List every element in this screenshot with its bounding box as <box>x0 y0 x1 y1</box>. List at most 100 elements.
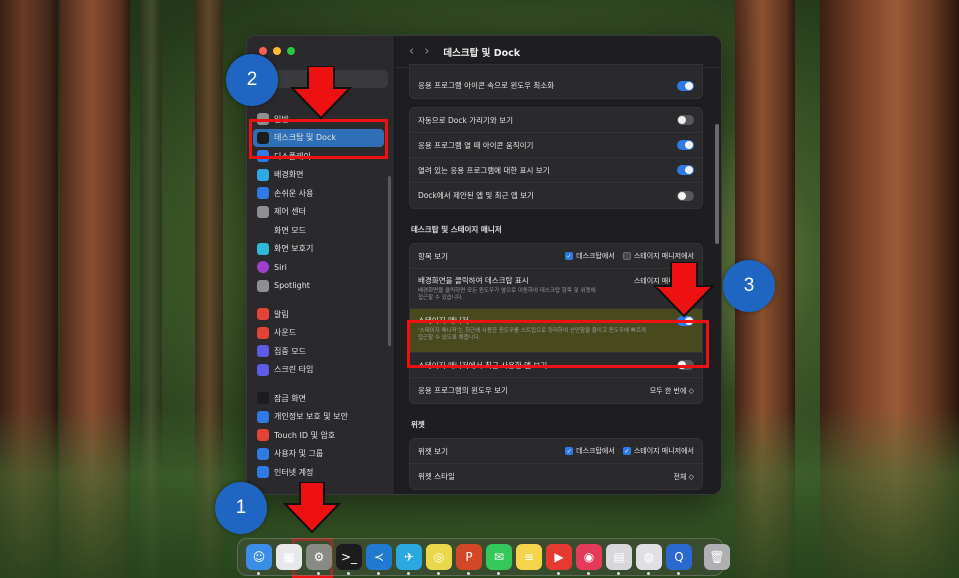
minimize-button[interactable] <box>273 47 281 55</box>
sidebar-item[interactable]: Spotlight <box>253 277 384 296</box>
checkbox-label: 데스크탑에서 <box>576 252 615 260</box>
sidebar-item[interactable]: 손쉬운 사용 <box>253 184 384 203</box>
music-player-icon[interactable]: ◉ <box>576 544 602 575</box>
sidebar-item-label: 집중 모드 <box>274 346 306 356</box>
toggle-switch[interactable] <box>677 140 694 150</box>
notes-icon[interactable]: ≡ <box>516 544 542 570</box>
sidebar-item[interactable]: 화면 보호기 <box>253 240 384 259</box>
sidebar-item[interactable]: 개인정보 보호 및 보안 <box>253 408 384 427</box>
sidebar-item-label: 사운드 <box>274 328 297 338</box>
sidebar-item[interactable]: 인터넷 계정 <box>253 463 384 482</box>
page-title: 데스크탑 및 Dock <box>443 47 521 59</box>
sidebar-item-label: Spotlight <box>274 281 310 291</box>
sidebar-item[interactable]: Siri <box>253 258 384 277</box>
setting-description: 배경화면을 클릭하면 모든 윈도우가 옆으로 이동하여 데스크탑 항목 및 위젯… <box>418 288 596 302</box>
users-icon <box>257 447 269 460</box>
dock-options-card: 자동으로 Dock 가리기와 보기 응용 프로그램 열 때 아이콘 움직이기 열… <box>409 107 703 209</box>
setting-row-animate: 응용 프로그램 열 때 아이콘 움직이기 <box>410 133 702 158</box>
wallpaper-icon <box>257 168 269 181</box>
checkbox-stage[interactable]: ✓ 스테이지 매니저에서 <box>622 446 694 456</box>
sidebar-item-label: Siri <box>274 262 287 272</box>
forward-arrow-icon[interactable]: › <box>424 44 429 59</box>
setting-row-indicators: 열려 있는 응용 프로그램에 대한 표시 보기 <box>410 158 702 183</box>
setting-label: 항목 보기 <box>418 251 448 261</box>
checkbox-desktop[interactable]: ✓ 데스크탑에서 <box>565 251 615 261</box>
sidebar-item[interactable]: 잠금 화면 <box>253 389 384 408</box>
sidebar-item[interactable]: 배경화면 <box>253 166 384 185</box>
sidebar-scrollbar[interactable] <box>388 176 391 346</box>
sidebar-item-label: 알림 <box>274 309 289 319</box>
sidebar-item-label: 사용자 및 그룹 <box>274 449 324 459</box>
sidebar-item[interactable]: 화면 모드 <box>253 221 384 240</box>
sidebar-item-label: 인터넷 계정 <box>274 467 314 477</box>
popup-select[interactable]: 모두 한 번에 ◇ <box>650 386 694 396</box>
dock: ☺ ▦ ⚙ >_ ≺ ✈ ◎ P ✉ ≡ ▶ ◉ ▤ ◍ Q 🗑 <box>237 538 730 576</box>
sidebar-item[interactable]: 알림 <box>253 305 384 324</box>
finder-icon[interactable]: ☺ <box>246 544 272 575</box>
traffic-lights <box>259 47 295 55</box>
trash-icon[interactable]: 🗑 <box>704 544 730 570</box>
widgets-card: 위젯 보기 ✓ 데스크탑에서 ✓ 스테이지 매니저에서 위젯 스타일 전체 ◇ <box>409 438 703 490</box>
toggle-switch[interactable] <box>677 80 694 91</box>
main-scrollbar[interactable] <box>715 124 719 244</box>
popup-select[interactable]: 전체 ◇ <box>674 472 695 482</box>
toggle-switch[interactable] <box>677 115 694 125</box>
bird-app-icon[interactable]: ✈ <box>396 544 422 575</box>
screenshot-icon[interactable]: ◍ <box>636 544 662 575</box>
vscode-icon[interactable]: ≺ <box>366 544 392 575</box>
setting-row-app-windows: 응용 프로그램의 윈도우 보기 모두 한 번에 ◇ <box>410 378 702 403</box>
toggle-switch[interactable] <box>677 165 694 175</box>
system-settings-icon[interactable]: ⚙ <box>306 544 332 575</box>
close-button[interactable] <box>259 47 267 55</box>
checkmark-icon: ✓ <box>622 447 631 455</box>
checkbox-empty-icon <box>622 252 631 260</box>
setting-row-suggested: Dock에서 제안된 앱 및 최근 앱 보기 <box>410 183 702 208</box>
toggle-switch[interactable] <box>677 190 694 201</box>
focus-icon <box>257 345 269 358</box>
checkbox-label: 스테이지 매니저에서 <box>633 447 694 455</box>
setting-label: 배경화면을 클릭하여 데스크탑 표시 <box>418 276 529 285</box>
zoom-button[interactable] <box>287 47 295 55</box>
youtube-icon[interactable]: ▶ <box>546 544 572 575</box>
sidebar-item[interactable]: 사용자 및 그룹 <box>253 445 384 464</box>
powerpoint-icon[interactable]: P <box>456 544 482 575</box>
sidebar-item[interactable]: 집중 모드 <box>253 342 384 361</box>
fingerprint-icon <box>257 429 269 442</box>
sidebar-item-label: 손쉬운 사용 <box>274 188 314 198</box>
launchpad-icon[interactable]: ▦ <box>276 544 302 570</box>
checkbox-desktop[interactable]: ✓ 데스크탑에서 <box>565 446 615 456</box>
sidebar-item-label: 잠금 화면 <box>274 393 306 403</box>
step-badge-3: 3 <box>723 260 775 312</box>
back-arrow-icon[interactable]: ‹ <box>409 44 414 59</box>
arrow-down-icon <box>283 482 341 534</box>
setting-label: 위젯 스타일 <box>418 472 455 481</box>
screensaver-icon <box>257 242 269 255</box>
spotlight-icon <box>257 279 269 292</box>
sidebar-item-label: Touch ID 및 암호 <box>274 430 336 440</box>
setting-label: 응용 프로그램의 윈도우 보기 <box>418 386 508 395</box>
control-center-icon <box>257 205 269 218</box>
checkmark-icon: ✓ <box>565 252 574 260</box>
arrow-down-icon <box>290 66 352 120</box>
sidebar-item[interactable]: 제어 센터 <box>253 203 384 222</box>
terminal-icon[interactable]: >_ <box>336 544 362 575</box>
checkbox-label: 스테이지 매니저에서 <box>633 252 694 260</box>
setting-label: Dock에서 제안된 앱 및 최근 앱 보기 <box>418 191 534 200</box>
screentime-icon <box>257 363 269 376</box>
sidebar-item[interactable]: 스크린 타임 <box>253 361 384 380</box>
setting-row <box>410 65 702 73</box>
cards-app-icon[interactable]: ▤ <box>606 544 632 575</box>
checkbox-stage[interactable]: 스테이지 매니저에서 <box>622 251 694 261</box>
messages-icon[interactable]: ✉ <box>486 544 512 575</box>
sidebar-item-label: 개인정보 보호 및 보안 <box>274 412 348 422</box>
sidebar-item[interactable]: 사운드 <box>253 324 384 343</box>
accessibility-icon <box>257 187 269 200</box>
sidebar-item-label: 화면 보호기 <box>274 244 314 254</box>
quicktime-icon[interactable]: Q <box>666 544 692 575</box>
sidebar-item-label: 스크린 타임 <box>274 365 314 375</box>
sidebar-item[interactable]: Touch ID 및 암호 <box>253 426 384 445</box>
setting-label: 자동으로 Dock 가리기와 보기 <box>418 115 513 125</box>
chrome-icon[interactable]: ◎ <box>426 544 452 575</box>
